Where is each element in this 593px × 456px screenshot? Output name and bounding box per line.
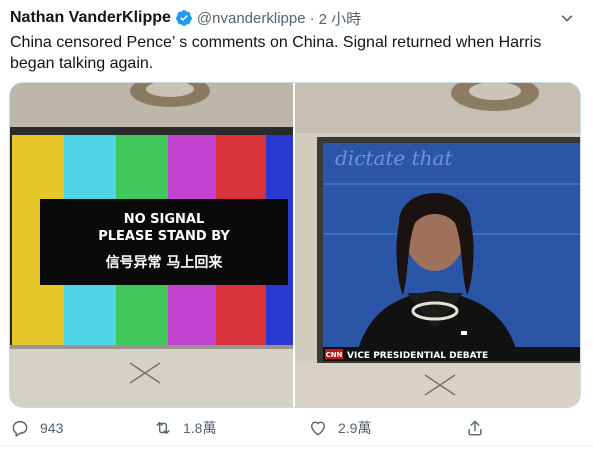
divider <box>0 445 593 446</box>
retweet-count: 1.8萬 <box>183 420 217 436</box>
reply-count: 943 <box>40 420 64 436</box>
like-count: 2.9萬 <box>338 420 372 436</box>
author-display-name[interactable]: Nathan VanderKlippe <box>10 9 171 27</box>
share-icon <box>468 420 482 436</box>
photo-harris-debate[interactable]: dictate that CNN VICE PRESIDENTIAL DEBAT… <box>295 83 580 407</box>
retweet-button[interactable]: 1.8萬 <box>153 418 216 438</box>
retweet-icon <box>156 421 170 435</box>
tweet-header: Nathan VanderKlippe @nvanderklippe · 2 小… <box>10 6 583 30</box>
separator-dot: · <box>309 9 315 27</box>
like-button[interactable]: 2.9萬 <box>308 418 371 438</box>
no-signal-line3: 信号异常 马上回来 <box>106 254 224 271</box>
reply-button[interactable]: 943 <box>10 418 63 438</box>
no-signal-line2: PLEASE STAND BY <box>98 229 230 244</box>
author-handle[interactable]: @nvanderklippe <box>197 10 306 27</box>
chyron-text: VICE PRESIDENTIAL DEBATE <box>347 351 488 361</box>
reply-icon <box>12 421 28 437</box>
tweet-timestamp[interactable]: 2 小時 <box>319 8 362 29</box>
cnn-logo: CNN <box>326 351 343 359</box>
verified-badge-icon <box>175 9 193 27</box>
heart-icon <box>311 421 325 436</box>
more-options-icon[interactable] <box>557 8 577 28</box>
background-screen-text: dictate that <box>335 146 453 170</box>
share-button[interactable] <box>465 418 485 438</box>
tweet-actions: 943 1.8萬 2.9萬 <box>0 414 593 446</box>
photo-no-signal[interactable]: NO SIGNAL PLEASE STAND BY 信号异常 马上回来 <box>10 83 293 407</box>
no-signal-line1: NO SIGNAL <box>124 212 205 227</box>
tweet-media[interactable]: NO SIGNAL PLEASE STAND BY 信号异常 马上回来 dict… <box>9 82 581 408</box>
tweet-text: China censored Pence’ s comments on Chin… <box>10 34 546 72</box>
